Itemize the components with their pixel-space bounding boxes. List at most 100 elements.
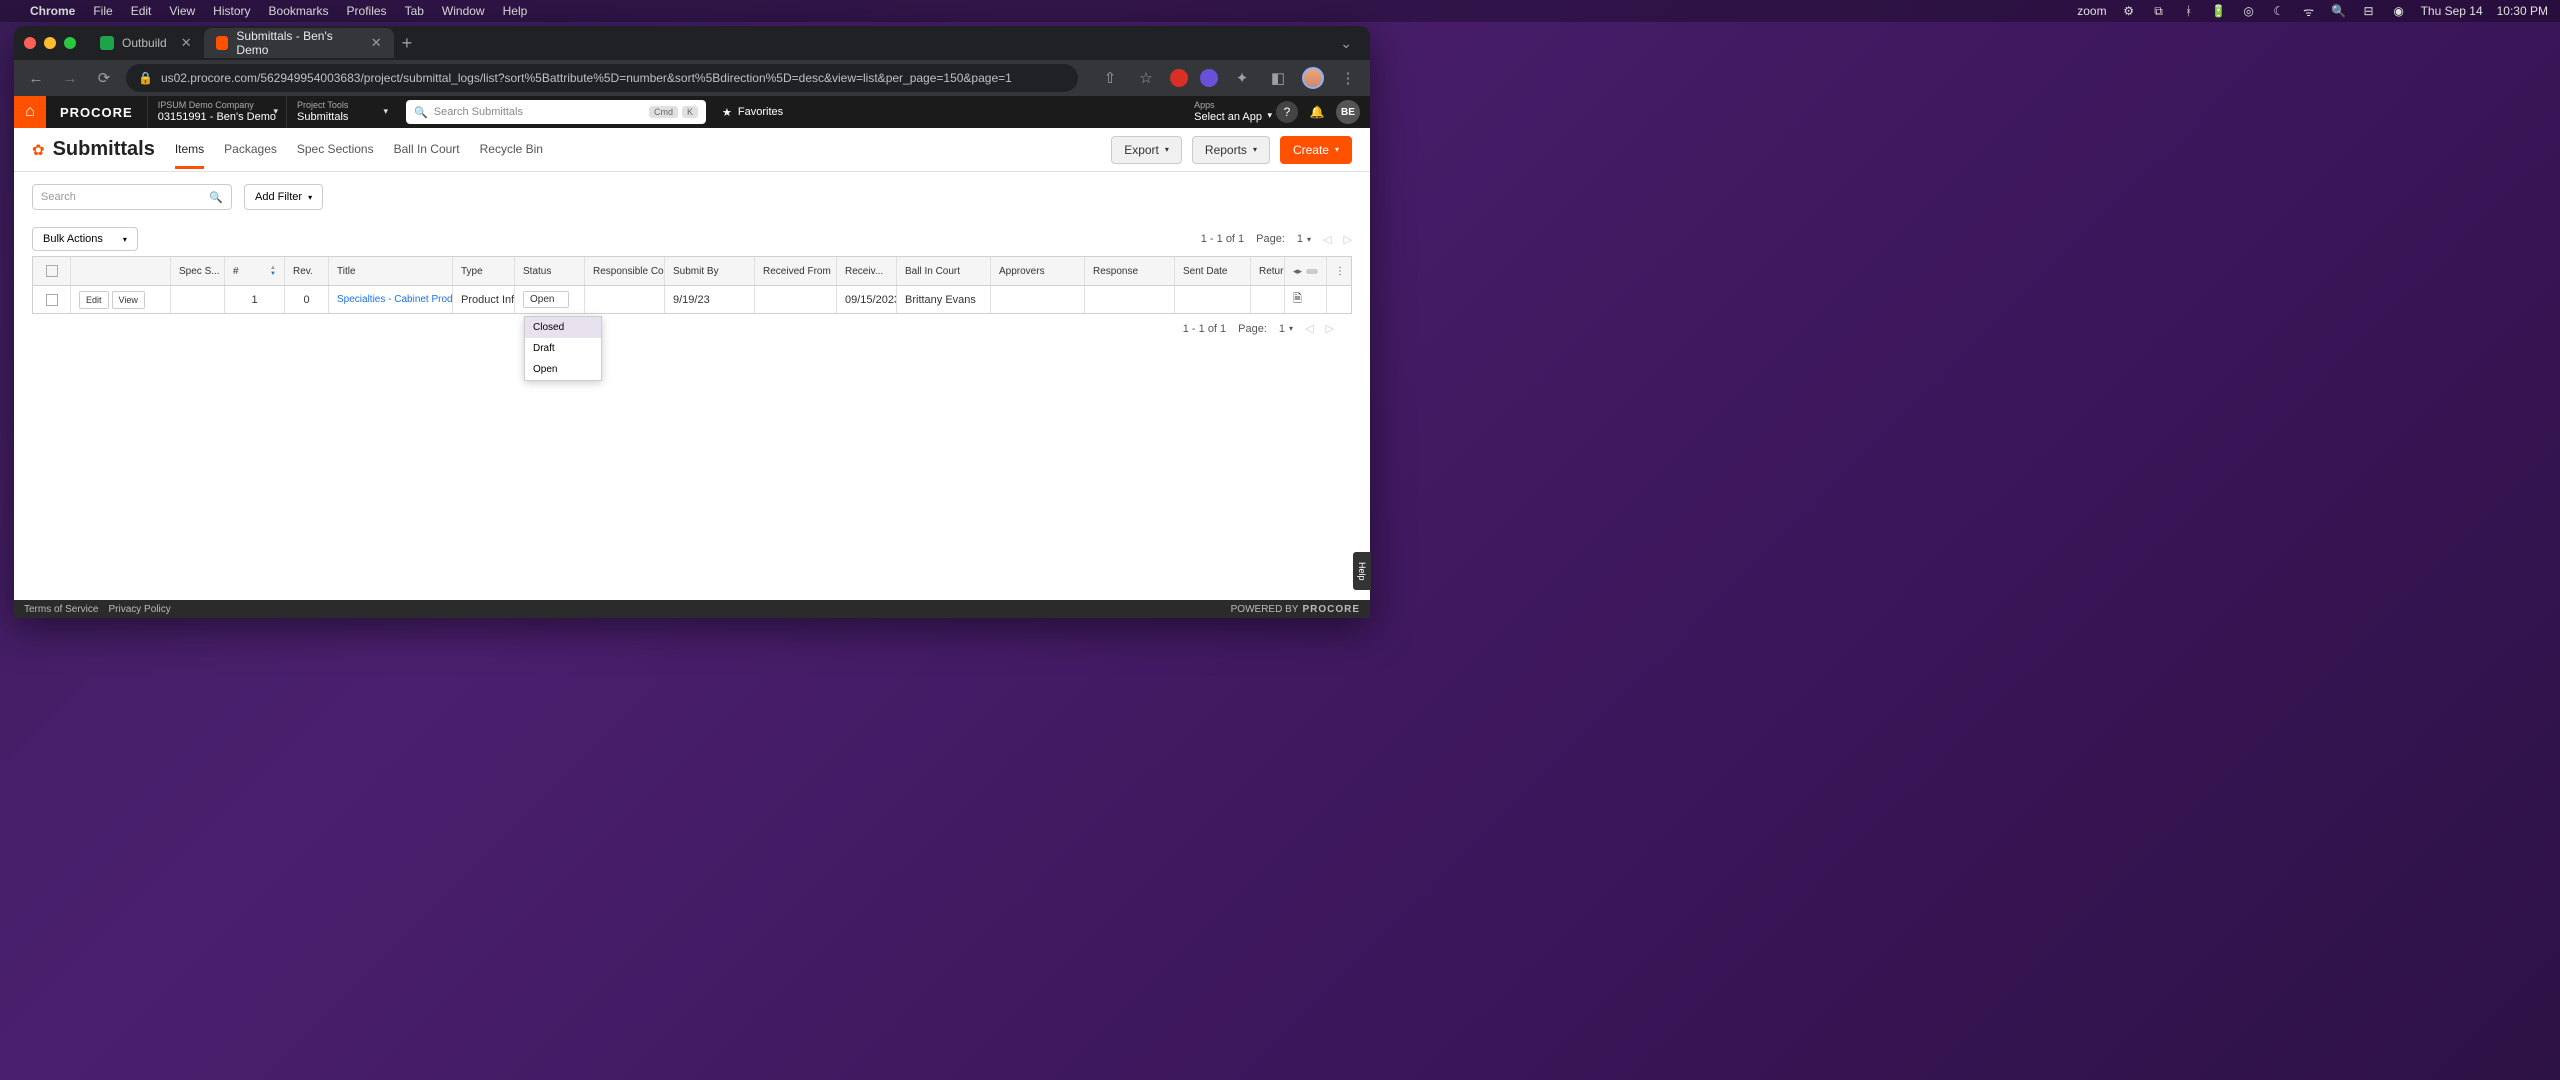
home-button[interactable]: ⌂ — [14, 96, 46, 128]
tab-recycle-bin[interactable]: Recycle Bin — [480, 130, 543, 169]
help-icon[interactable]: ? — [1276, 101, 1298, 123]
col-type[interactable]: Type — [453, 257, 515, 285]
procore-logo[interactable]: PROCORE — [46, 105, 147, 120]
extension-icon-2[interactable] — [1200, 69, 1218, 87]
reload-button[interactable]: ⟳ — [92, 69, 116, 87]
export-button[interactable]: Export▾ — [1111, 136, 1182, 164]
horizontal-scroll[interactable]: ◂▸ — [1285, 257, 1327, 285]
tab-ball-in-court[interactable]: Ball In Court — [394, 130, 460, 169]
indicator-icon[interactable]: ◎ — [2241, 3, 2257, 19]
new-tab-button[interactable]: + — [402, 33, 413, 54]
page-select[interactable]: 1▾ — [1297, 233, 1311, 245]
col-title[interactable]: Title — [329, 257, 453, 285]
col-spec[interactable]: Spec S... — [171, 257, 225, 285]
next-page-button[interactable]: ▷ — [1344, 233, 1352, 246]
cell-title-link[interactable]: Specialties - Cabinet Product Data — [337, 294, 453, 305]
tab-packages[interactable]: Packages — [224, 130, 277, 169]
status-option-closed[interactable]: Closed — [525, 317, 601, 338]
status-time[interactable]: 10:30 PM — [2497, 4, 2548, 18]
screenshot-icon[interactable]: ⧉ — [2151, 3, 2167, 19]
column-options-icon[interactable]: ⋮ — [1327, 257, 1351, 285]
select-all-checkbox[interactable] — [46, 265, 58, 277]
status-option-draft[interactable]: Draft — [525, 338, 601, 359]
col-responsible[interactable]: Responsible Con... — [585, 257, 665, 285]
col-response[interactable]: Response — [1085, 257, 1175, 285]
forward-button[interactable]: → — [58, 70, 82, 87]
tool-picker[interactable]: Project Tools Submittals ▾ — [286, 96, 396, 128]
col-rev[interactable]: Rev. — [285, 257, 329, 285]
col-approvers[interactable]: Approvers — [991, 257, 1085, 285]
col-sent-date[interactable]: Sent Date — [1175, 257, 1251, 285]
profile-avatar[interactable] — [1302, 67, 1324, 89]
menu-profiles[interactable]: Profiles — [347, 4, 387, 18]
prev-page-button[interactable]: ◁ — [1323, 233, 1331, 246]
favorites-button[interactable]: ★ Favorites — [722, 106, 783, 119]
add-filter-button[interactable]: Add Filter ▾ — [244, 184, 323, 210]
apps-picker[interactable]: Apps Select an App ▾ — [1184, 100, 1272, 124]
window-close-icon[interactable] — [24, 37, 36, 49]
next-page-button[interactable]: ▷ — [1326, 322, 1334, 335]
col-number[interactable]: #▲▼ — [225, 257, 285, 285]
toggles-icon[interactable]: ⊟ — [2361, 3, 2377, 19]
menu-tab[interactable]: Tab — [405, 4, 424, 18]
col-received[interactable]: Receiv... — [837, 257, 897, 285]
notifications-icon[interactable]: 🔔 — [1306, 101, 1328, 123]
status-zoom[interactable]: zoom — [2077, 4, 2106, 18]
menu-edit[interactable]: Edit — [131, 4, 152, 18]
terms-link[interactable]: Terms of Service — [24, 604, 98, 615]
address-bar[interactable]: 🔒 us02.procore.com/562949954003683/proje… — [126, 64, 1078, 92]
col-received-from[interactable]: Received From — [755, 257, 837, 285]
menu-help[interactable]: Help — [503, 4, 528, 18]
wifi-icon[interactable]: ᯤ — [2301, 3, 2317, 19]
row-checkbox[interactable] — [46, 294, 58, 306]
sidepanel-icon[interactable]: ◧ — [1266, 69, 1290, 87]
extensions-icon[interactable]: ✦ — [1230, 69, 1254, 87]
siri-icon[interactable]: ◉ — [2391, 3, 2407, 19]
view-button[interactable]: View — [112, 291, 145, 309]
status-date[interactable]: Thu Sep 14 — [2421, 4, 2483, 18]
browser-tab-submittals[interactable]: Submittals - Ben's Demo ✕ — [204, 28, 394, 58]
menu-history[interactable]: History — [213, 4, 250, 18]
tab-overflow-icon[interactable]: ⌄ — [1332, 31, 1360, 56]
global-search[interactable]: 🔍 Search Submittals Cmd K — [406, 100, 706, 124]
gear-icon[interactable]: ⚙ — [2121, 3, 2137, 19]
col-submit-by[interactable]: Submit By — [665, 257, 755, 285]
bulk-actions-select[interactable]: Bulk Actions ▾ — [32, 227, 138, 251]
window-minimize-icon[interactable] — [44, 37, 56, 49]
extension-icon-1[interactable] — [1170, 69, 1188, 87]
prev-page-button[interactable]: ◁ — [1305, 322, 1313, 335]
tab-items[interactable]: Items — [175, 130, 204, 169]
chrome-menu-icon[interactable]: ⋮ — [1336, 69, 1360, 87]
gear-icon[interactable]: ✿ — [32, 141, 45, 159]
reports-button[interactable]: Reports▾ — [1192, 136, 1270, 164]
browser-tab-outbuild[interactable]: Outbuild ✕ — [88, 28, 204, 58]
user-avatar[interactable]: BE — [1336, 100, 1360, 124]
window-maximize-icon[interactable] — [64, 37, 76, 49]
col-status[interactable]: Status — [515, 257, 585, 285]
back-button[interactable]: ← — [24, 70, 48, 87]
help-tab[interactable]: Help — [1353, 552, 1371, 590]
bookmark-icon[interactable]: ☆ — [1134, 69, 1158, 87]
menu-bookmarks[interactable]: Bookmarks — [269, 4, 329, 18]
search-icon[interactable]: 🔍 — [2331, 3, 2347, 19]
status-option-open[interactable]: Open — [525, 359, 601, 380]
table-search-input[interactable]: Search 🔍 — [32, 184, 232, 210]
status-select[interactable]: Open — [523, 291, 569, 308]
tab-spec-sections[interactable]: Spec Sections — [297, 130, 374, 169]
company-picker[interactable]: IPSUM Demo Company 03151991 - Ben's Demo… — [147, 96, 286, 128]
col-ball-in-court[interactable]: Ball In Court — [897, 257, 991, 285]
close-icon[interactable]: ✕ — [371, 35, 382, 51]
document-icon[interactable]: 🗎 — [1293, 290, 1302, 309]
menu-file[interactable]: File — [93, 4, 112, 18]
menu-app[interactable]: Chrome — [30, 4, 75, 18]
edit-button[interactable]: Edit — [79, 291, 109, 309]
close-icon[interactable]: ✕ — [181, 35, 192, 51]
page-select[interactable]: 1▾ — [1279, 323, 1293, 335]
share-icon[interactable]: ⇧ — [1098, 69, 1122, 87]
moon-icon[interactable]: ☾ — [2271, 3, 2287, 19]
bluetooth-icon[interactable]: ᚼ — [2181, 3, 2197, 19]
privacy-link[interactable]: Privacy Policy — [108, 604, 170, 615]
menu-window[interactable]: Window — [442, 4, 485, 18]
create-button[interactable]: Create▾ — [1280, 136, 1352, 164]
menu-view[interactable]: View — [169, 4, 195, 18]
